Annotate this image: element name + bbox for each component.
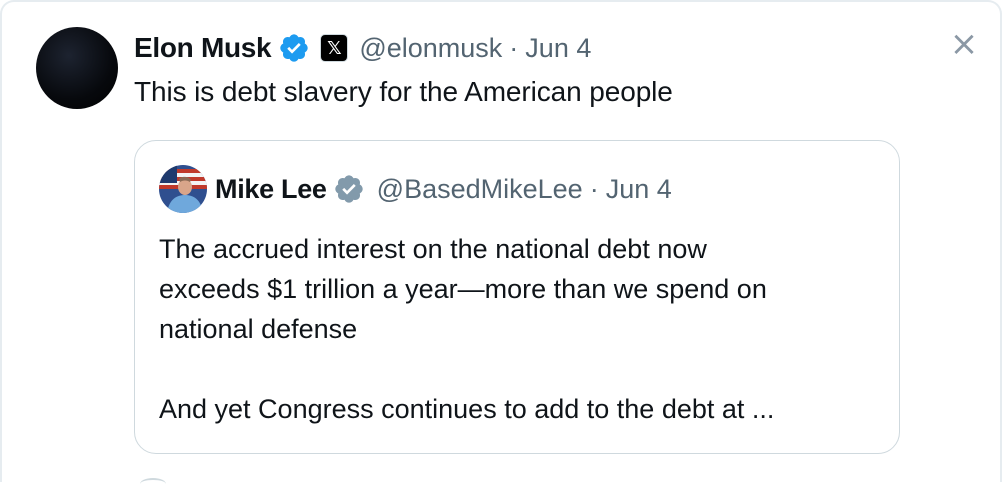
avatar-photo-icon xyxy=(159,165,207,213)
quoted-tweet[interactable]: Mike Lee @BasedMikeLee · Jun 4 The accru… xyxy=(134,140,900,454)
quote-text-line: And yet Congress continues to add to the… xyxy=(159,394,775,424)
quote-date[interactable]: Jun 4 xyxy=(606,174,672,205)
tweet-text: This is debt slavery for the American pe… xyxy=(134,76,673,107)
quote-author-handle[interactable]: @BasedMikeLee xyxy=(377,174,583,205)
quote-text: The accrued interest on the national deb… xyxy=(159,229,879,429)
separator-dot: · xyxy=(509,32,519,63)
author-handle[interactable]: @elonmusk xyxy=(359,33,502,64)
quote-separator-dot: · xyxy=(589,173,599,204)
author-name[interactable]: Elon Musk xyxy=(134,32,272,64)
tweet-header: Elon Musk 𝕏 @elonmusk · Jun 4 xyxy=(134,28,591,68)
avatar[interactable] xyxy=(36,27,118,109)
quote-text-line: The accrued interest on the national deb… xyxy=(159,234,707,264)
verified-gray-icon xyxy=(334,175,363,203)
paragraph-break xyxy=(159,349,879,389)
verified-icon xyxy=(280,34,308,62)
reply-icon[interactable] xyxy=(140,478,166,490)
quote-author-name[interactable]: Mike Lee xyxy=(215,174,327,205)
x-logo-icon: 𝕏 xyxy=(320,34,349,62)
quote-header: Mike Lee @BasedMikeLee · Jun 4 xyxy=(215,167,672,211)
close-icon[interactable]: × xyxy=(948,27,980,61)
quote-text-line: national defense xyxy=(159,314,358,344)
tweet-date[interactable]: Jun 4 xyxy=(525,33,591,64)
quote-text-line: exceeds $1 trillion a year—more than we … xyxy=(159,274,767,304)
quote-avatar[interactable] xyxy=(159,165,207,213)
